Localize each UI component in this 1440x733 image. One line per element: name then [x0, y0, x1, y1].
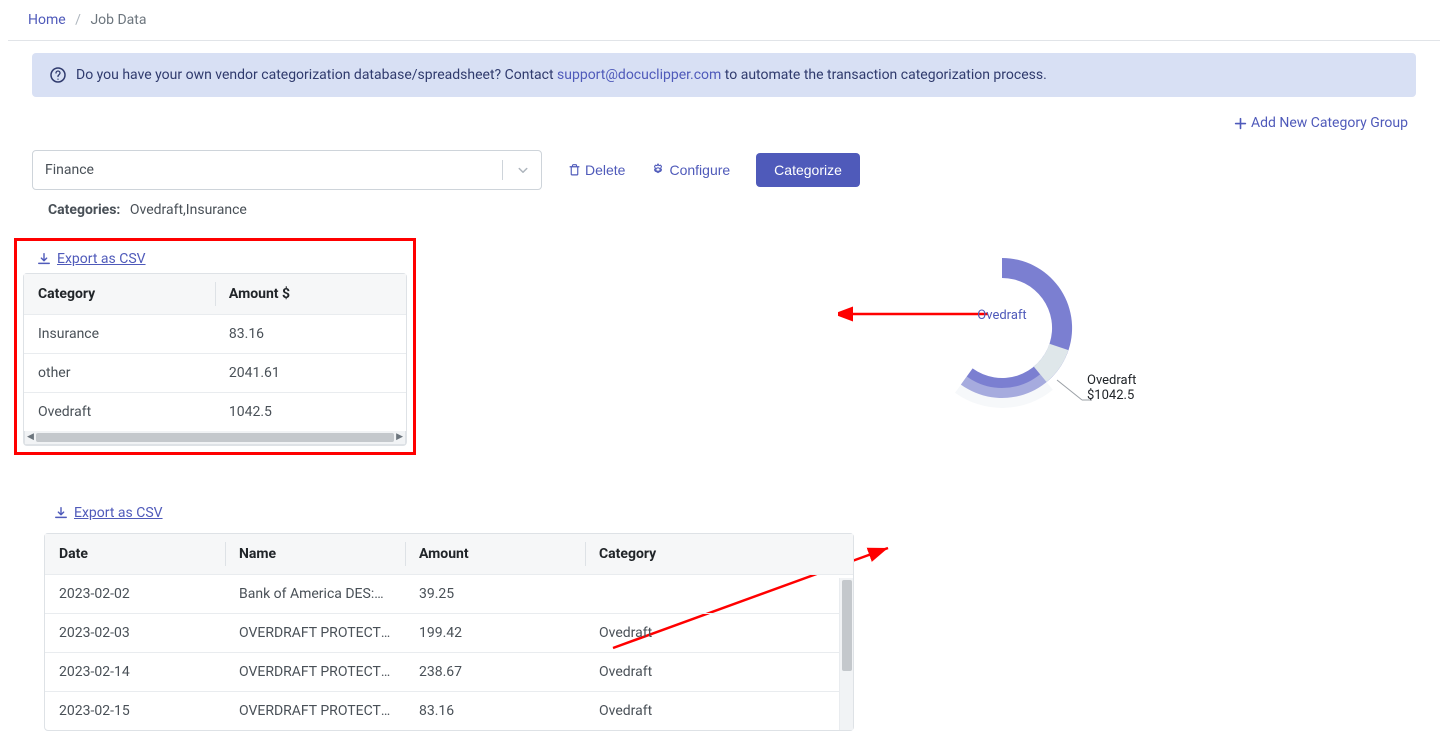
- horizontal-scrollbar[interactable]: ◀ ▶: [24, 431, 406, 445]
- support-email-link[interactable]: support@docuclipper.com: [557, 67, 721, 83]
- configure-label: Configure: [669, 162, 730, 178]
- categories-list: Ovedraft,Insurance: [130, 202, 247, 218]
- summary-table: Category Amount $ Insurance83.16 other20…: [24, 274, 406, 431]
- scrollbar-thumb[interactable]: [36, 433, 394, 442]
- scrollbar-thumb[interactable]: [842, 580, 852, 671]
- breadcrumb-separator: /: [75, 12, 81, 28]
- table-row[interactable]: 2023-02-14OVERDRAFT PROTECTIO...238.67Ov…: [45, 652, 853, 691]
- donut-svg: [912, 238, 1092, 418]
- tx-header-date[interactable]: Date: [45, 534, 225, 575]
- configure-button[interactable]: Configure: [651, 162, 730, 178]
- plus-icon: [1234, 117, 1247, 130]
- delete-button[interactable]: Delete: [568, 162, 625, 178]
- breadcrumb: Home / Job Data: [8, 0, 1440, 40]
- categorize-button[interactable]: Categorize: [756, 153, 860, 187]
- add-category-group-button[interactable]: Add New Category Group: [1234, 115, 1408, 131]
- scroll-left-arrow[interactable]: ◀: [27, 432, 34, 442]
- alert-text-pre: Do you have your own vendor categorizati…: [76, 67, 557, 83]
- info-alert: Do you have your own vendor categorizati…: [32, 53, 1416, 97]
- category-donut-chart[interactable]: Ovedraft Ovedraft $1042.5: [912, 238, 1262, 438]
- donut-center-label: Ovedraft: [972, 308, 1032, 323]
- download-icon: [37, 252, 51, 266]
- add-category-group-label: Add New Category Group: [1251, 115, 1408, 131]
- download-icon: [54, 506, 68, 520]
- table-row[interactable]: Ovedraft1042.5: [24, 392, 406, 431]
- callout-name: Ovedraft: [1087, 373, 1136, 388]
- transactions-table: Date Name Amount Category 2023-02-02Bank…: [45, 534, 853, 730]
- question-circle-icon: [50, 67, 66, 83]
- categories-line: Categories: Ovedraft,Insurance: [8, 202, 1440, 238]
- category-group-select[interactable]: Finance: [32, 150, 542, 190]
- summary-header-amount[interactable]: Amount $: [215, 274, 406, 315]
- gear-icon: [651, 163, 665, 177]
- export-csv-label-2: Export as CSV: [74, 505, 163, 521]
- trash-icon: [568, 163, 581, 177]
- table-row[interactable]: 2023-02-03OVERDRAFT PROTECTIO...199.42Ov…: [45, 613, 853, 652]
- export-csv-transactions[interactable]: Export as CSV: [54, 505, 163, 521]
- summary-highlight-box: Export as CSV Category Amount $ Insuranc…: [14, 238, 416, 455]
- export-csv-label-1: Export as CSV: [57, 251, 146, 267]
- callout-line: [1057, 380, 1082, 400]
- breadcrumb-current: Job Data: [90, 12, 146, 28]
- breadcrumb-home[interactable]: Home: [28, 12, 66, 28]
- tx-header-name[interactable]: Name: [225, 534, 405, 575]
- categories-label: Categories:: [48, 202, 120, 218]
- category-group-selected: Finance: [45, 162, 94, 178]
- table-row[interactable]: other2041.61: [24, 353, 406, 392]
- tx-header-amount[interactable]: Amount: [405, 534, 585, 575]
- vertical-scrollbar[interactable]: [839, 578, 853, 730]
- table-row[interactable]: Insurance83.16: [24, 314, 406, 353]
- chevron-down-icon: [502, 160, 529, 180]
- alert-text-post: to automate the transaction categorizati…: [725, 67, 1047, 83]
- table-row[interactable]: 2023-02-02Bank of America DES:CA...39.25: [45, 574, 853, 613]
- summary-header-category[interactable]: Category: [24, 274, 215, 315]
- export-csv-summary[interactable]: Export as CSV: [37, 251, 146, 267]
- tx-header-category[interactable]: Category: [585, 534, 853, 575]
- scroll-right-arrow[interactable]: ▶: [396, 432, 403, 442]
- categorize-label: Categorize: [774, 162, 842, 178]
- table-row[interactable]: 2023-02-15OVERDRAFT PROTECTIO...83.16Ove…: [45, 691, 853, 730]
- donut-callout: Ovedraft $1042.5: [1087, 373, 1136, 403]
- delete-label: Delete: [585, 162, 625, 178]
- callout-value: $1042.5: [1087, 388, 1136, 403]
